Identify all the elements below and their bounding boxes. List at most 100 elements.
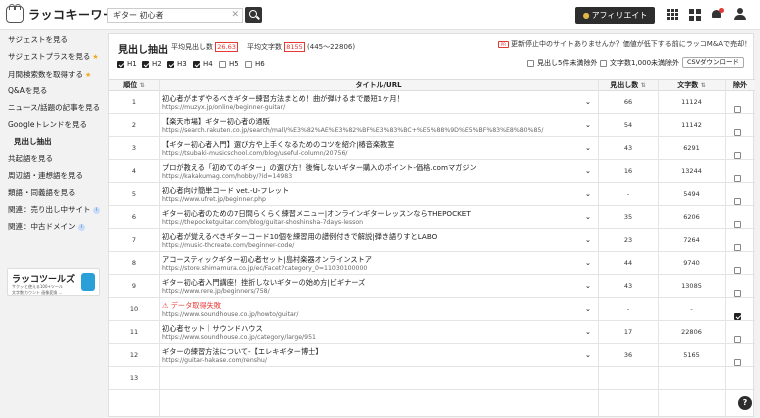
result-url[interactable]: https://guitar-hakase.com/renshu/ (162, 357, 267, 364)
heading-filter-4[interactable]: H5 (219, 60, 239, 68)
rakko-tools-banner[interactable]: ラッコツールズ サクッと使える100+ツール 文字数カウント 画像変換 … (7, 268, 100, 296)
heading-filter-checkbox[interactable] (245, 60, 252, 68)
headings-cell: - (626, 305, 630, 313)
exclude-checkbox-box[interactable] (734, 336, 741, 343)
close-icon[interactable]: ✕ (231, 9, 239, 22)
error-title[interactable]: ⚠ データ取得失敗 (162, 301, 221, 311)
heading-filter-checkbox[interactable] (167, 60, 174, 68)
result-url[interactable]: https://www.ufret.jp/beginner.php (162, 196, 266, 203)
banner-line2: 文字数カウント 画像変換 … (12, 290, 63, 295)
sidebar-item-related-words[interactable]: 周辺語・連想語を見る (8, 170, 83, 181)
result-url[interactable]: https://www.rere.jp/beginners/758/ (162, 288, 270, 295)
table-row: 5 初心者向け簡単コード vet.-U-フレット https://www.ufret… (109, 183, 755, 206)
heading-filter-3[interactable]: H4 (193, 60, 213, 68)
result-url[interactable]: https://store.shimamura.co.jp/ec/Facet?c… (162, 265, 367, 272)
result-url[interactable]: https://kakakumag.com/hobby/?id=14983 (162, 173, 292, 180)
heading-filter-0[interactable]: H1 (117, 60, 137, 68)
dashboard-icon[interactable] (689, 9, 701, 21)
result-url[interactable]: https://tsubaki-musicschool.com/blog/use… (162, 150, 347, 157)
result-title[interactable]: ギター初心者のための7日間らくらく練習メニュー|オンラインギターレッスンならTH… (162, 209, 471, 219)
search-button[interactable] (245, 7, 262, 23)
col-headings[interactable]: 見出し数 ⇅ (598, 80, 658, 91)
exclude-checkbox-box[interactable] (734, 244, 741, 251)
heading-filter-checkbox[interactable] (142, 60, 149, 68)
csv-download-button[interactable]: CSVダウンロード (682, 57, 744, 68)
chevron-down-icon[interactable]: ⌄ (585, 121, 591, 129)
chevron-down-icon[interactable]: ⌄ (585, 351, 591, 359)
result-title[interactable]: プロが教える「初めてのギター」の選び方！後悔しないギター購入のポイント-価格.c… (162, 163, 477, 173)
sidebar-item-suggest[interactable]: サジェストを見る (8, 34, 68, 45)
search-input[interactable]: ギター 初心者 ✕ (107, 8, 243, 23)
affiliate-button[interactable]: ● アフィリエイト (575, 7, 655, 24)
exclude-checkbox-box[interactable] (734, 175, 741, 182)
user-icon[interactable] (734, 8, 746, 20)
sidebar-item-suggest-plus[interactable]: サジェストプラスを見る ★ (8, 51, 99, 62)
exclude-checkbox-box[interactable] (734, 290, 741, 297)
sidebar-item-qa[interactable]: Q&Aを見る (8, 85, 47, 96)
exclude-checkbox-box[interactable] (734, 152, 741, 159)
result-title[interactable]: 初心者がまずやるべきギター練習方法まとめ！曲が弾けるまで最短1ヶ月！ (162, 94, 404, 104)
result-title[interactable]: 初心者向け簡単コード vet.-U-フレット (162, 186, 289, 196)
chevron-down-icon[interactable]: ⌄ (585, 236, 591, 244)
heading-filter-2[interactable]: H3 (167, 60, 187, 68)
exclude-checkbox-box[interactable] (734, 313, 741, 320)
exclude-few-chars-option[interactable]: 文字数1,000未満除外 (600, 58, 679, 68)
sidebar-item-label: 関連：中古ドメイン (8, 222, 76, 231)
sidebar-item-google-trends[interactable]: Googleトレンドを見る (8, 119, 87, 130)
result-url[interactable]: https://www.soundhouse.co.jp/howto/guita… (162, 311, 298, 318)
heading-filter-checkbox[interactable] (193, 60, 200, 68)
chevron-down-icon[interactable]: ⌄ (585, 282, 591, 290)
sidebar-item-heading-extract[interactable]: 見出し抽出 (14, 136, 52, 147)
exclude-checkbox-box[interactable] (734, 359, 741, 366)
chevron-down-icon[interactable]: ⌄ (585, 305, 591, 313)
sidebar-item-synonyms[interactable]: 類語・同義語を見る (8, 187, 76, 198)
heading-filter-checkbox[interactable] (117, 60, 124, 68)
chevron-down-icon[interactable]: ⌄ (585, 98, 591, 106)
star-icon: ★ (92, 53, 99, 61)
chevron-down-icon[interactable]: ⌄ (585, 144, 591, 152)
result-title[interactable]: 【楽天市場】ギター初心者の通販 (162, 117, 270, 127)
bell-icon[interactable] (711, 8, 724, 20)
option-label: 見出し5件未満除外 (537, 59, 598, 67)
sidebar-item-search-volume[interactable]: 月間検索数を取得する ★ (8, 69, 91, 80)
result-url[interactable]: https://search.rakuten.co.jp/search/mall… (162, 127, 543, 134)
result-title[interactable]: 初心者が覚えるべきギターコード10個を練習用の譜例付きで解説|弾き語りすとLAB… (162, 232, 437, 242)
result-url[interactable]: https://music-thcreate.com/beginner-code… (162, 242, 294, 249)
sort-icon: ⇅ (139, 82, 145, 89)
result-title[interactable]: 初心者セット｜サウンドハウス (162, 324, 263, 334)
result-title[interactable]: 【ギター初心者入門】選び方や上手くなるためのコツを紹介|椿音楽教室 (162, 140, 394, 150)
rank-cell: 11 (129, 328, 139, 336)
result-url[interactable]: https://muzyx.jp/online/beginner-guitar/ (162, 104, 285, 111)
pr-notice[interactable]: PR 更新停止中のサイトありませんか？価値が低下する前にラッコM&Aで売却！ (498, 39, 751, 49)
col-rank[interactable]: 順位 ⇅ (109, 80, 159, 91)
chevron-down-icon[interactable]: ⌄ (585, 328, 591, 336)
result-title[interactable]: ギター初心者入門講座！挫折しないギターの始め方|ビギナーズ (162, 278, 365, 288)
exclude-few-headings-option[interactable]: 見出し5件未満除外 (527, 58, 597, 68)
help-button[interactable]: ? (738, 396, 752, 410)
chevron-down-icon[interactable]: ⌄ (585, 213, 591, 221)
exclude-checkbox-box[interactable] (734, 198, 741, 205)
chevron-down-icon[interactable]: ⌄ (585, 259, 591, 267)
exclude-few-chars-checkbox[interactable] (600, 59, 607, 67)
exclude-checkbox-box[interactable] (734, 106, 741, 113)
exclude-checkbox-box[interactable] (734, 221, 741, 228)
sidebar-item-sites-for-sale[interactable]: 関連：売り出し中サイト i (8, 204, 100, 215)
sidebar-item-cooccurrence[interactable]: 共起語を見る (8, 153, 53, 164)
exclude-few-headings-checkbox[interactable] (527, 59, 534, 67)
sidebar-item-used-domains[interactable]: 関連：中古ドメイン i (8, 221, 85, 232)
heading-filter-checkbox[interactable] (219, 60, 226, 68)
apps-grid-icon[interactable] (667, 9, 679, 21)
result-url[interactable]: https://thepocketguitar.com/blog/guitar-… (162, 219, 363, 226)
result-title[interactable]: アコースティックギター初心者セット|島村楽器オンラインストア (162, 255, 372, 265)
chevron-down-icon[interactable]: ⌄ (585, 167, 591, 175)
exclude-checkbox-box[interactable] (734, 129, 741, 136)
result-title[interactable]: ギターの練習方法について-【エレキギター博士】 (162, 347, 323, 357)
result-url[interactable]: https://www.soundhouse.co.jp/category/la… (162, 334, 316, 341)
avg-chars-stat: 平均文字数 8155 (445〜22806) (247, 42, 355, 52)
heading-filter-1[interactable]: H2 (142, 60, 162, 68)
heading-filter-5[interactable]: H6 (245, 60, 265, 68)
chevron-down-icon[interactable]: ⌄ (585, 190, 591, 198)
col-chars[interactable]: 文字数 ⇅ (658, 80, 725, 91)
sidebar-item-news[interactable]: ニュース/話題の記事を見る (8, 102, 100, 113)
exclude-checkbox-box[interactable] (734, 267, 741, 274)
